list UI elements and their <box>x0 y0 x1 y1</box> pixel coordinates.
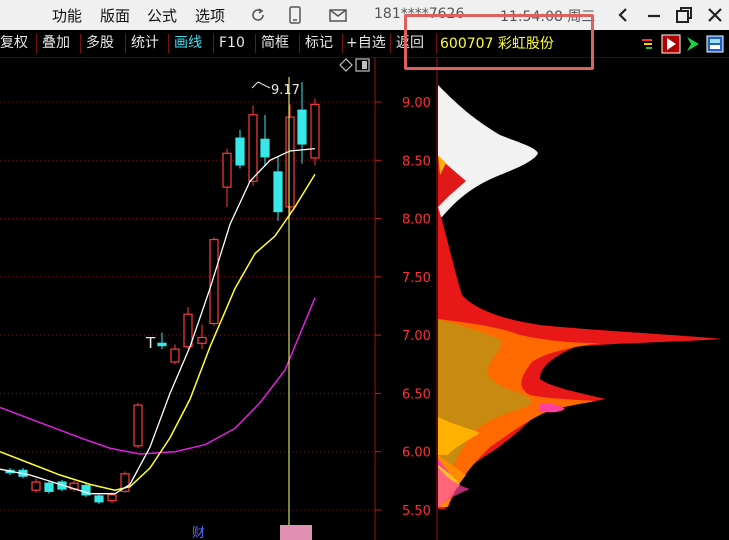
price-tick-label: 6.50 <box>402 387 431 402</box>
price-tick-label: 7.00 <box>402 329 431 344</box>
chip-distribution <box>438 85 722 509</box>
t-marker: T <box>145 334 156 352</box>
diamond-icon[interactable] <box>339 58 353 72</box>
candle-body <box>297 109 307 145</box>
price-axis: 9.00 8.50 8.00 7.50 7.00 6.50 6.00 5.50 <box>375 96 431 519</box>
chart-toolbar: 复权 叠加 多股 统计 画线 F10 简框 标记 +自选 返回 <box>0 30 729 58</box>
candle-body <box>170 348 180 363</box>
refresh-icon[interactable] <box>248 5 268 25</box>
tab-divider <box>168 34 169 53</box>
candle-body <box>285 116 295 208</box>
tab-multi-stock[interactable]: 多股 <box>82 32 124 54</box>
kline-chart[interactable]: 9.008.508.007.507.006.506.005.50 9.17 T … <box>0 57 729 540</box>
arrow-right-icon[interactable] <box>684 34 702 54</box>
menu-options[interactable]: 选项 <box>195 5 225 26</box>
tab-divider <box>299 34 300 53</box>
tab-divider <box>36 34 37 53</box>
title-bar: 功能 版面 公式 选项 181****7626 11:54:08 周三 <box>0 0 729 30</box>
minimize-icon[interactable] <box>642 3 666 27</box>
candle-body <box>44 482 54 492</box>
price-tick-label: 8.50 <box>402 154 431 169</box>
price-tick-label: 7.50 <box>402 271 431 286</box>
ma-line-white <box>0 147 316 495</box>
tab-divider <box>213 34 214 53</box>
tab-divider <box>390 34 391 53</box>
ma-line-magenta <box>0 297 316 455</box>
candle-body <box>310 103 320 159</box>
tab-divider <box>80 34 81 53</box>
tab-restore-rights[interactable]: 复权 <box>0 32 32 54</box>
bar-chart-icon[interactable] <box>640 35 658 53</box>
tab-mark[interactable]: 标记 <box>301 32 343 54</box>
candlesticks <box>5 82 320 505</box>
tab-divider <box>125 34 126 53</box>
high-price-pointer <box>251 81 271 89</box>
screen-icon[interactable] <box>705 34 725 54</box>
back-icon[interactable] <box>611 3 635 27</box>
restore-icon[interactable] <box>672 3 696 27</box>
candle-body <box>273 171 283 213</box>
price-tick-label: 9.00 <box>402 96 431 111</box>
tab-simple-frame[interactable]: 简框 <box>257 32 299 54</box>
tab-add-watchlist[interactable]: +自选 <box>342 32 390 54</box>
candle-body <box>235 137 245 166</box>
menu-formula[interactable]: 公式 <box>147 5 177 26</box>
price-tick-label: 6.00 <box>402 446 431 461</box>
tab-statistics[interactable]: 统计 <box>127 32 169 54</box>
layout-icon[interactable] <box>355 58 370 72</box>
ma-line-yellow <box>0 173 316 491</box>
tab-f10[interactable]: F10 <box>215 32 255 54</box>
finance-event-marker[interactable]: 财 <box>192 526 205 540</box>
candle-body <box>260 138 270 158</box>
price-tick-label: 8.00 <box>402 213 431 228</box>
date-cursor-box <box>280 525 312 540</box>
candle-body <box>197 336 207 344</box>
candle-body <box>94 495 104 503</box>
candle-body <box>248 114 258 182</box>
play-icon[interactable] <box>661 34 681 54</box>
candle-body <box>133 404 143 447</box>
candle-body <box>183 313 193 348</box>
price-tick-label: 5.50 <box>402 504 431 519</box>
menu-function[interactable]: 功能 <box>52 5 82 26</box>
tab-divider <box>255 34 256 53</box>
candle-body <box>209 238 219 325</box>
message-icon[interactable] <box>328 5 348 25</box>
close-icon[interactable] <box>703 3 727 27</box>
high-price-label: 9.17 <box>271 83 300 98</box>
candle-body <box>31 481 41 491</box>
tab-overlay[interactable]: 叠加 <box>38 32 80 54</box>
tab-draw-line[interactable]: 画线 <box>170 32 212 54</box>
phone-icon[interactable] <box>285 5 305 25</box>
highlight-box <box>404 14 594 70</box>
menu-layout[interactable]: 版面 <box>100 5 130 26</box>
candle-body <box>107 494 117 502</box>
candle-body <box>222 152 232 188</box>
candle-body <box>157 342 167 347</box>
